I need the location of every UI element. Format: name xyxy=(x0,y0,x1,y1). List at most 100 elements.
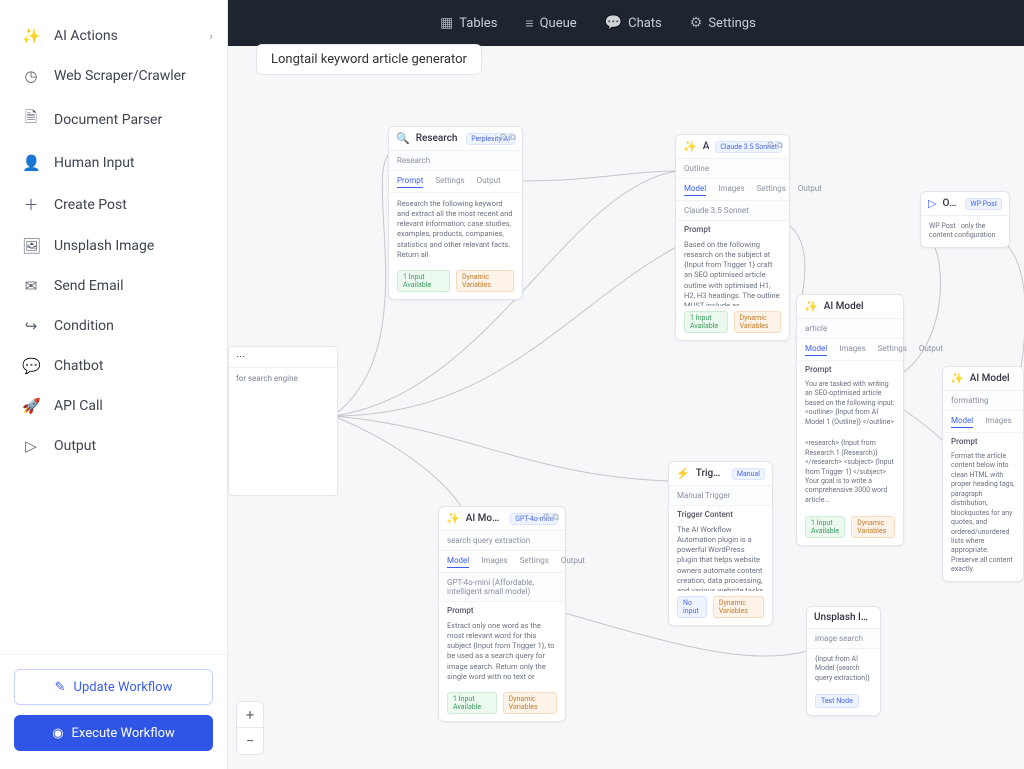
tab-model[interactable]: Model xyxy=(805,344,827,356)
node-prompt-text[interactable]: Based on the following research on the s… xyxy=(676,234,789,306)
image-icon: 🖼 xyxy=(22,237,40,255)
test-node-button[interactable]: Test Node xyxy=(815,694,859,708)
update-workflow-button[interactable]: ✎ Update Workflow xyxy=(14,669,213,705)
sidebar-item-chatbot[interactable]: 💬 Chatbot xyxy=(0,346,227,386)
node-header: ⋯ xyxy=(229,347,337,368)
tab-output[interactable]: Output xyxy=(919,344,943,356)
tab-chats[interactable]: 💬 Chats xyxy=(605,15,662,31)
node-prompt-text[interactable]: Format the article content below into cl… xyxy=(943,446,1023,581)
queue-icon: ≡ xyxy=(525,15,533,32)
sidebar-item-send-email[interactable]: ✉ Send Email xyxy=(0,266,227,306)
node-header[interactable]: ✨ AI Model xyxy=(797,295,903,319)
condition-icon: ↪ xyxy=(22,317,40,335)
dynamic-vars-chip[interactable]: Dynamic Variables xyxy=(503,692,557,714)
tab-tables[interactable]: ▦ Tables xyxy=(440,15,497,31)
sidebar-item-human[interactable]: 👤 Human Input xyxy=(0,143,227,183)
node-subtitle: formatting xyxy=(943,391,1023,411)
sidebar-item-label: Web Scraper/Crawler xyxy=(54,68,186,84)
input-chip: 1 Input Available xyxy=(805,516,845,538)
sidebar-item-label: AI Actions xyxy=(54,28,118,44)
tab-settings[interactable]: Settings xyxy=(878,344,907,356)
node-prompt-text[interactable]: Research the following keyword and extra… xyxy=(389,193,522,265)
node-research[interactable]: 🔍 Research Perplexity AI ⚙ ⧉ Research Pr… xyxy=(388,126,523,300)
tab-settings[interactable]: Settings xyxy=(435,176,464,188)
tab-images[interactable]: Images xyxy=(718,184,744,196)
node-actions[interactable]: ⚙ ⧉ xyxy=(542,513,559,523)
sidebar-item-label: Document Parser xyxy=(54,112,162,128)
node-tabs[interactable]: Model Images Settings Output xyxy=(439,551,565,573)
node-prompt-text[interactable]: You are tasked with writing an SEO-optim… xyxy=(797,374,903,433)
node-trigger[interactable]: ⚡ Trigger Manual Manual Trigger Trigger … xyxy=(668,461,773,626)
node-body: WP Post · only the content configuration xyxy=(921,216,1009,247)
node-tabs[interactable]: Model Images Settings Output xyxy=(797,339,903,361)
node-title: Output xyxy=(942,198,959,209)
node-outline[interactable]: ✨ AI Model Claude 3.5 Sonnet ⚙ ⧉ Outline… xyxy=(675,134,790,341)
chatbot-icon: 💬 xyxy=(22,357,40,375)
sparkle-icon: ✨ xyxy=(683,140,697,153)
node-output-small[interactable]: ▷ Output WP Post WP Post · only the cont… xyxy=(920,191,1010,248)
node-header[interactable]: ⚡ Trigger Manual xyxy=(669,462,772,486)
dynamic-vars-chip[interactable]: Dynamic Variables xyxy=(851,516,895,538)
dynamic-vars-chip[interactable]: Dynamic Variables xyxy=(734,311,781,333)
execute-workflow-button[interactable]: ◉ Execute Workflow xyxy=(14,715,213,751)
sidebar-item-ai-actions[interactable]: ✨ AI Actions › xyxy=(0,16,227,56)
tab-model[interactable]: Model xyxy=(684,184,706,196)
node-start[interactable]: ⋯ for search engine xyxy=(228,346,338,496)
node-unsplash[interactable]: Unsplash Image image search {Input from … xyxy=(806,606,881,716)
node-header[interactable]: ▷ Output WP Post xyxy=(921,192,1009,216)
tool-sidebar: ✨ AI Actions › ◷ Web Scraper/Crawler 🗎 D… xyxy=(0,0,228,769)
node-subtitle: article xyxy=(797,319,903,339)
node-formatter[interactable]: ✨ AI Model formatting Model Images Setti… xyxy=(942,366,1024,582)
node-prompt-extra[interactable]: <research> {Input from Research 1 (Resea… xyxy=(797,433,903,511)
chats-icon: 💬 xyxy=(605,15,622,31)
tab-model[interactable]: Model xyxy=(951,416,973,428)
workflow-canvas[interactable]: ⋯ for search engine 🔍 Research Perplexit… xyxy=(228,46,1024,769)
sidebar-item-label: Condition xyxy=(54,318,114,334)
sidebar-item-output[interactable]: ▷ Output xyxy=(0,426,227,466)
sidebar-item-unsplash[interactable]: 🖼 Unsplash Image xyxy=(0,226,227,266)
tab-output[interactable]: Output xyxy=(561,556,585,568)
tab-prompt[interactable]: Prompt xyxy=(397,176,423,188)
sidebar-item-parser[interactable]: 🗎 Document Parser xyxy=(0,96,227,143)
node-actions[interactable]: ⚙ ⧉ xyxy=(766,141,783,151)
node-prompt-text[interactable]: The AI Workflow Automation plugin is a p… xyxy=(669,519,772,591)
dynamic-vars-chip[interactable]: Dynamic Variables xyxy=(713,596,764,618)
tab-settings[interactable]: Settings xyxy=(520,556,549,568)
node-prompt-text[interactable]: Extract only one word as the most releva… xyxy=(439,615,565,687)
sidebar-footer: ✎ Update Workflow ◉ Execute Workflow xyxy=(0,654,227,769)
zoom-in-button[interactable]: + xyxy=(237,702,263,728)
node-body: {Input from AI Model (search query extra… xyxy=(807,649,880,689)
dynamic-vars-chip[interactable]: Dynamic Variables xyxy=(456,270,514,292)
zoom-out-button[interactable]: − xyxy=(237,728,263,754)
tab-output[interactable]: Output xyxy=(798,184,822,196)
sidebar-item-label: Chatbot xyxy=(54,358,103,374)
sidebar-item-scraper[interactable]: ◷ Web Scraper/Crawler xyxy=(0,56,227,96)
tab-output[interactable]: Output xyxy=(477,176,501,188)
chevron-right-icon: › xyxy=(209,29,213,43)
model-line[interactable]: Claude 3.5 Sonnet xyxy=(676,201,789,221)
node-tabs[interactable]: Prompt Settings Output xyxy=(389,171,522,193)
sidebar-item-condition[interactable]: ↪ Condition xyxy=(0,306,227,346)
tab-images[interactable]: Images xyxy=(839,344,865,356)
node-tabs[interactable]: Model Images Settings Output xyxy=(943,411,1023,433)
node-header[interactable]: ✨ AI Model xyxy=(943,367,1023,391)
node-title: AI Model xyxy=(970,373,1016,384)
sidebar-item-create-post[interactable]: ＋ Create Post xyxy=(0,183,227,226)
node-actions[interactable]: ⚙ ⧉ xyxy=(499,133,516,143)
tab-queue[interactable]: ≡ Queue xyxy=(525,15,576,32)
workflow-title-pill[interactable]: Longtail keyword article generator xyxy=(256,44,482,75)
node-article-writer[interactable]: ✨ AI Model article Model Images Settings… xyxy=(796,294,904,546)
sparkle-icon: ✨ xyxy=(950,372,964,385)
node-extract-query[interactable]: ✨ AI Model GPT-4o-mini ⚙ ⧉ search query … xyxy=(438,506,566,722)
node-tabs[interactable]: Model Images Settings Output xyxy=(676,179,789,201)
tab-settings[interactable]: ⚙ Settings xyxy=(690,15,756,31)
tab-images[interactable]: Images xyxy=(985,416,1011,428)
tab-model[interactable]: Model xyxy=(447,556,469,568)
node-header[interactable]: Unsplash Image xyxy=(807,607,880,629)
connection-wires xyxy=(228,46,1024,769)
tab-images[interactable]: Images xyxy=(481,556,507,568)
model-line[interactable]: GPT-4o-mini (Affordable, intelligent sma… xyxy=(439,573,565,602)
tab-label: Chats xyxy=(628,16,662,31)
tab-settings[interactable]: Settings xyxy=(757,184,786,196)
sidebar-item-api-call[interactable]: 🚀 API Call xyxy=(0,386,227,426)
